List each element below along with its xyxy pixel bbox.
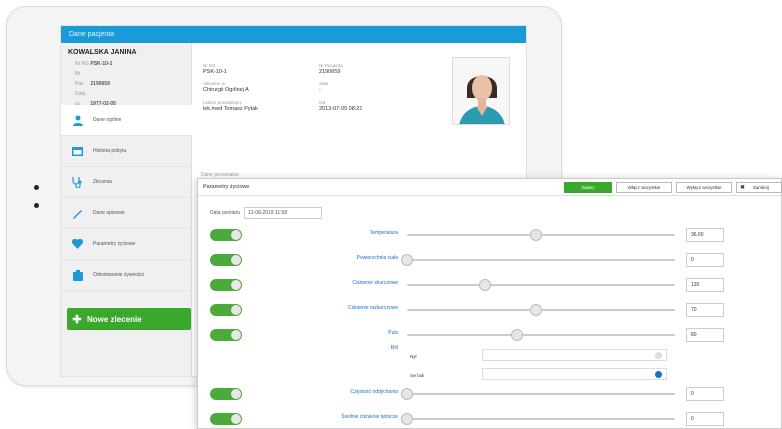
vital-slider[interactable]: [407, 279, 675, 291]
vital-toggle[interactable]: [210, 388, 242, 400]
pain-option[interactable]: [482, 349, 667, 361]
nr-kg-field: Nr KG PSK-10-1: [203, 63, 227, 75]
patient-name: KOWALSKA JANINA: [68, 49, 137, 56]
measure-date-label: Data pomiaru: [210, 210, 241, 216]
vital-label: Częstość oddychania: [350, 389, 398, 395]
vital-value-input[interactable]: 120: [686, 278, 724, 292]
save-button[interactable]: Zapisz: [564, 182, 612, 193]
vital-toggle[interactable]: [210, 254, 242, 266]
slider-handle[interactable]: [510, 329, 523, 341]
vital-row: Częstość oddychania 0: [198, 386, 782, 402]
new-order-button[interactable]: ✚ Nowe zlecenie: [67, 308, 191, 330]
vital-toggle[interactable]: [210, 304, 242, 316]
plus-icon: ✚: [72, 313, 82, 326]
sidebar-item-vitals[interactable]: Parametry życiowe: [61, 229, 192, 260]
slider-handle[interactable]: [401, 413, 413, 425]
sidebar-menu: Dane ogólne Historia pobytu Zlecenia Dan…: [61, 105, 192, 291]
vital-slider[interactable]: [407, 229, 675, 241]
pain-option[interactable]: [482, 368, 667, 380]
pen-icon: [72, 208, 83, 219]
doctor-field: Lekarz prowadzący lek.med Tomasz Pytak: [203, 100, 258, 112]
vital-slider[interactable]: [401, 254, 675, 266]
vital-row: Puls 80: [198, 327, 782, 343]
pain-option-label: Nył: [410, 354, 417, 359]
vital-label: Ciśnienie rozkurczowe: [347, 305, 398, 311]
patient-sidebar: KOWALSKA JANINA Nr KG PSK-10-1 Nr Pac 21…: [61, 43, 192, 376]
vital-row: Ciśnienie rozkurczowe 70: [198, 302, 782, 318]
vitals-dialog: Parametry życiowe Zapisz Włącz wszystkie…: [197, 178, 782, 429]
measure-date-input[interactable]: 13-08-2019 11:58: [244, 207, 323, 219]
vital-label: Temperatura: [369, 230, 398, 236]
since-field: Od 2013-07-05 08:21: [319, 100, 363, 112]
heart-icon: [72, 239, 83, 250]
disable-all-button[interactable]: Wyłącz wszystkie: [676, 182, 732, 193]
vital-value-input[interactable]: 80: [686, 328, 724, 342]
nr-pac-field: Nr Pacjenta 2190659: [319, 63, 343, 75]
sidebar-item-notes[interactable]: Dane opisowe: [61, 198, 192, 229]
vital-slider[interactable]: [401, 388, 675, 400]
slider-handle[interactable]: [529, 304, 542, 316]
enable-all-button[interactable]: Włącz wszystkie: [616, 182, 672, 193]
stethoscope-icon: [72, 176, 83, 188]
slider-handle[interactable]: [478, 279, 491, 291]
vital-row: Średnie ciśnienie tętnicze 0: [198, 411, 782, 427]
vital-slider[interactable]: [407, 304, 675, 316]
pain-label: Ból: [390, 345, 398, 351]
vital-row: Temperatura 36,60: [198, 227, 782, 243]
vital-row: Ciśnienie skurczowe 120: [198, 277, 782, 293]
patient-photo: [452, 57, 510, 125]
tablet-dot: [34, 203, 39, 208]
person-icon: [72, 115, 83, 126]
sidebar-item-orders[interactable]: Zlecenia: [61, 167, 192, 198]
dialog-title: Parametry życiowe: [203, 184, 250, 190]
calendar-icon: [72, 146, 83, 157]
sidebar-item-nutrition[interactable]: Odnotowanie żywności: [61, 260, 192, 291]
vital-toggle[interactable]: [210, 279, 242, 291]
ward-field: Aktualne w Chirurgii Ogólnej A: [203, 81, 249, 93]
slider-handle[interactable]: [401, 388, 413, 400]
vital-value-input[interactable]: 36,60: [686, 228, 724, 242]
vital-row: Powierzchnia ciała 0: [198, 252, 782, 268]
food-icon: [72, 269, 83, 281]
window-title: Dane pacjenta: [61, 26, 526, 43]
vital-label: Średnie ciśnienie tętnicze: [341, 414, 398, 420]
vital-value-input[interactable]: 0: [686, 412, 724, 426]
vital-toggle[interactable]: [210, 229, 242, 241]
close-icon: ✖: [740, 185, 746, 191]
tablet-dot: [34, 185, 39, 190]
close-button[interactable]: ✖ Zamknij: [736, 182, 782, 193]
bed-field: Sala -: [319, 81, 329, 93]
sidebar-item-general[interactable]: Dane ogólne: [61, 105, 192, 136]
measure-date: Data pomiaru 13-08-2019 11:58: [210, 207, 323, 219]
vital-value-input[interactable]: 0: [686, 387, 724, 401]
vital-label: Powierzchnia ciała: [356, 255, 398, 261]
patient-info-row: Nr Pac 2190659: [75, 71, 110, 87]
sidebar-item-history[interactable]: Historia pobytu: [61, 136, 192, 167]
vital-toggle[interactable]: [210, 413, 242, 425]
vital-value-input[interactable]: 0: [686, 253, 724, 267]
pain-option-label: nie boli: [410, 373, 425, 378]
vital-label: Ciśnienie skurczowe: [352, 280, 398, 286]
vital-value-input[interactable]: 70: [686, 303, 724, 317]
vital-slider[interactable]: [401, 413, 675, 425]
radio-unselected-icon: [655, 352, 662, 359]
slider-handle[interactable]: [401, 254, 413, 266]
vital-slider[interactable]: [407, 329, 675, 341]
radio-selected-icon: [655, 371, 662, 378]
dialog-header: Parametry życiowe Zapisz Włącz wszystkie…: [198, 179, 782, 196]
patient-info-row: Nr KG PSK-10-1: [75, 61, 113, 67]
vital-label: Puls: [388, 330, 398, 336]
vital-toggle[interactable]: [210, 329, 242, 341]
slider-handle[interactable]: [529, 229, 542, 241]
